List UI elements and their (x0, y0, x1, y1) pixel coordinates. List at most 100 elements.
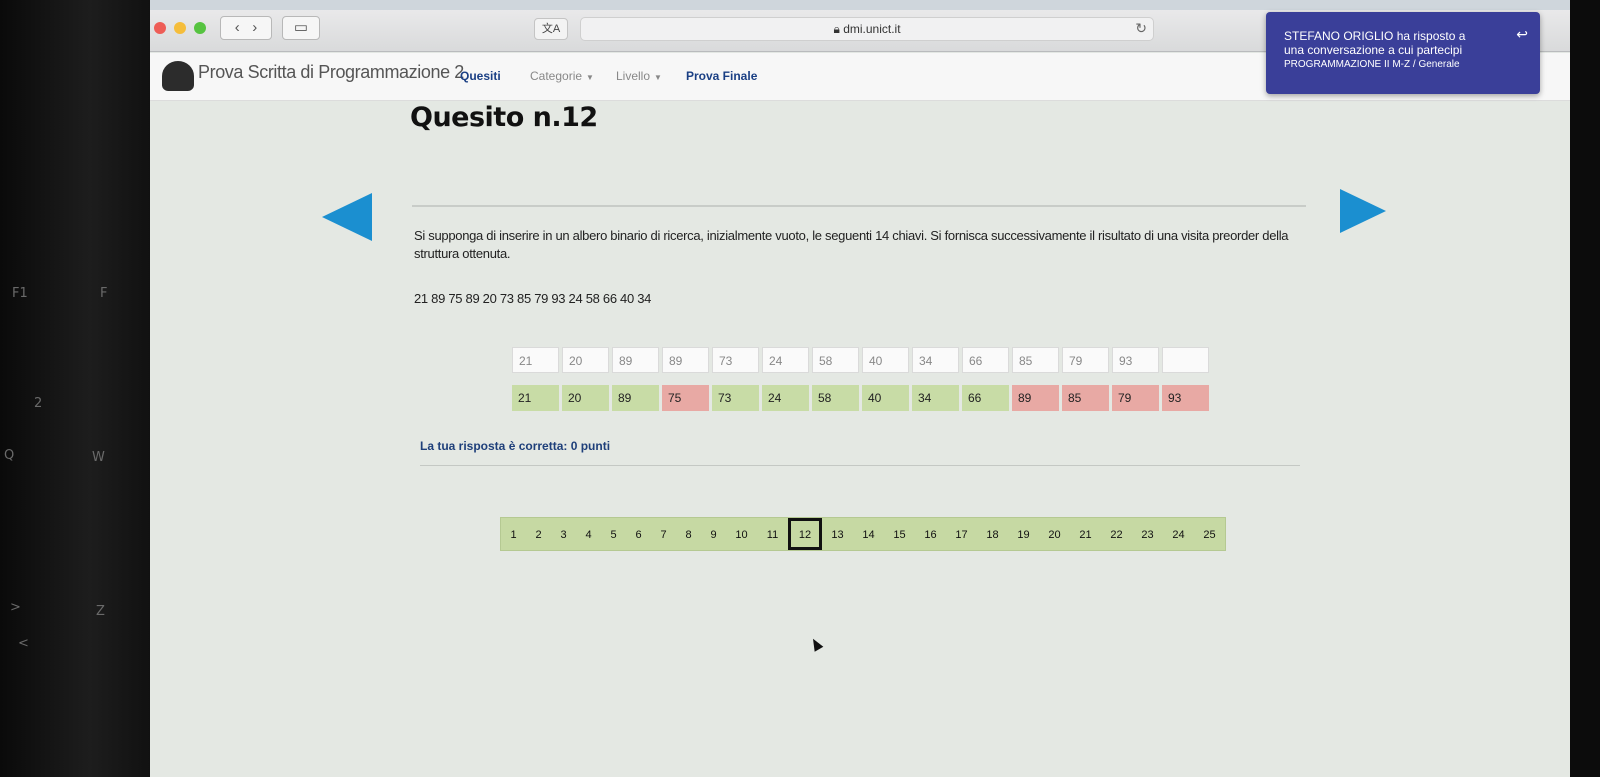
answer-input-cell[interactable]: 93 (1112, 347, 1159, 373)
laptop-bezel-left: F1 F 2 Q W > Z < (0, 0, 150, 777)
page-link[interactable]: 11 (757, 518, 788, 550)
question-text: Si supponga di inserire in un albero bin… (414, 228, 1289, 261)
answer-input-cell[interactable]: 73 (712, 347, 759, 373)
key-label: F (100, 286, 108, 301)
key-label: > (10, 600, 21, 615)
site-logo[interactable] (162, 61, 194, 91)
divider (420, 465, 1300, 466)
notification-line1: STEFANO ORIGLIO ha risposto a (1284, 29, 1466, 43)
caret-down-icon: ▼ (586, 73, 594, 82)
url-text: dmi.unict.it (843, 22, 901, 36)
answer-input-row: 21 20 89 89 73 24 58 40 34 66 85 79 93 (512, 347, 1209, 373)
mouse-cursor-icon (808, 636, 824, 652)
answer-input-cell[interactable] (1162, 347, 1209, 373)
answer-input-cell[interactable]: 34 (912, 347, 959, 373)
page-link[interactable]: 18 (977, 518, 1008, 550)
page-link-current[interactable]: 12 (788, 518, 822, 550)
solution-cell: 40 (862, 385, 909, 411)
sidebar-toggle-button[interactable]: ▭ (282, 16, 320, 40)
back-forward-buttons[interactable]: ‹ › (220, 16, 272, 40)
chevron-right-icon[interactable]: › (252, 19, 257, 36)
key-label: Q (4, 448, 15, 463)
key-label: Z (96, 604, 105, 619)
solution-cell: 79 (1112, 385, 1159, 411)
nav-prova-finale[interactable]: Prova Finale (686, 69, 757, 83)
page-link[interactable]: 17 (946, 518, 977, 550)
zoom-window-button[interactable] (194, 22, 206, 34)
page-link[interactable]: 13 (822, 518, 853, 550)
page-link[interactable]: 3 (551, 518, 576, 550)
page-link[interactable]: 22 (1101, 518, 1132, 550)
page-link[interactable]: 21 (1070, 518, 1101, 550)
question-keys: 21 89 75 89 20 73 85 79 93 24 58 66 40 3… (414, 291, 652, 306)
page-link[interactable]: 2 (526, 518, 551, 550)
solution-cell: 73 (712, 385, 759, 411)
key-label: F1 (12, 286, 28, 301)
page-link[interactable]: 6 (626, 518, 651, 550)
key-label: W (92, 450, 105, 465)
page-link[interactable]: 8 (676, 518, 701, 550)
reload-icon[interactable]: ↻ (1135, 20, 1147, 37)
nav-quesiti[interactable]: Quesiti (460, 69, 501, 83)
page-link[interactable]: 7 (651, 518, 676, 550)
solution-cell: 93 (1162, 385, 1209, 411)
screen: ‹ › ▭ 文A 🔒︎ dmi.unict.it ↻ STEFANO ORIGL… (150, 0, 1570, 777)
previous-question-arrow-icon[interactable] (322, 193, 372, 241)
translate-button[interactable]: 文A (534, 18, 568, 40)
solution-cell: 34 (912, 385, 959, 411)
page-link[interactable]: 16 (915, 518, 946, 550)
notification-banner[interactable]: STEFANO ORIGLIO ha risposto a una conver… (1266, 12, 1540, 94)
answer-input-cell[interactable]: 85 (1012, 347, 1059, 373)
notification-line3: PROGRAMMAZIONE II M-Z / Generale (1284, 59, 1460, 70)
answer-input-cell[interactable]: 89 (662, 347, 709, 373)
answer-input-cell[interactable]: 20 (562, 347, 609, 373)
nav-livello[interactable]: Livello ▼ (616, 69, 662, 83)
nav-categorie[interactable]: Categorie ▼ (530, 69, 594, 83)
page-link[interactable]: 23 (1132, 518, 1163, 550)
caret-down-icon: ▼ (654, 73, 662, 82)
feedback-text: La tua risposta è corretta: 0 punti (420, 439, 611, 453)
solution-row: 21 20 89 75 73 24 58 40 34 66 89 85 79 93 (512, 385, 1209, 411)
solution-cell: 21 (512, 385, 559, 411)
page-link[interactable]: 19 (1008, 518, 1039, 550)
page-link[interactable]: 5 (601, 518, 626, 550)
answer-input-cell[interactable]: 66 (962, 347, 1009, 373)
solution-cell: 89 (1012, 385, 1059, 411)
page-link[interactable]: 9 (701, 518, 726, 550)
solution-cell: 66 (962, 385, 1009, 411)
next-question-arrow-icon[interactable] (1340, 189, 1386, 233)
page-link[interactable]: 14 (853, 518, 884, 550)
page-link[interactable]: 20 (1039, 518, 1070, 550)
chevron-left-icon[interactable]: ‹ (235, 19, 240, 36)
notification-line2: una conversazione a cui partecipi (1284, 43, 1463, 57)
page-link[interactable]: 1 (501, 518, 526, 550)
solution-cell: 58 (812, 385, 859, 411)
solution-cell: 24 (762, 385, 809, 411)
reply-icon[interactable]: ↩ (1516, 26, 1528, 43)
page-link[interactable]: 4 (576, 518, 601, 550)
answer-input-cell[interactable]: 89 (612, 347, 659, 373)
page-link[interactable]: 10 (726, 518, 757, 550)
sidebar-icon: ▭ (293, 19, 309, 36)
question-title: Quesito n.12 (410, 102, 598, 133)
question-pagination: 1 2 3 4 5 6 7 8 9 10 11 12 13 14 15 16 17 18 19 20 21 22 23 24 2… (500, 517, 1226, 551)
solution-cell: 75 (662, 385, 709, 411)
main-content: Quesito n.12 Si supponga di inserire in … (150, 101, 1570, 777)
close-window-button[interactable] (154, 22, 166, 34)
solution-cell: 20 (562, 385, 609, 411)
answer-input-cell[interactable]: 24 (762, 347, 809, 373)
answer-input-cell[interactable]: 40 (862, 347, 909, 373)
solution-cell: 89 (612, 385, 659, 411)
minimize-window-button[interactable] (174, 22, 186, 34)
answer-input-cell[interactable]: 58 (812, 347, 859, 373)
page-link[interactable]: 24 (1163, 518, 1194, 550)
page-link[interactable]: 25 (1194, 518, 1225, 550)
laptop-bezel-right (1570, 0, 1600, 777)
site-brand[interactable]: Prova Scritta di Programmazione 2 (198, 62, 464, 83)
address-bar[interactable]: 🔒︎ dmi.unict.it ↻ (580, 17, 1154, 41)
answer-input-cell[interactable]: 79 (1062, 347, 1109, 373)
lock-icon: 🔒︎ (833, 22, 840, 36)
answer-input-cell[interactable]: 21 (512, 347, 559, 373)
page-link[interactable]: 15 (884, 518, 915, 550)
solution-cell: 85 (1062, 385, 1109, 411)
